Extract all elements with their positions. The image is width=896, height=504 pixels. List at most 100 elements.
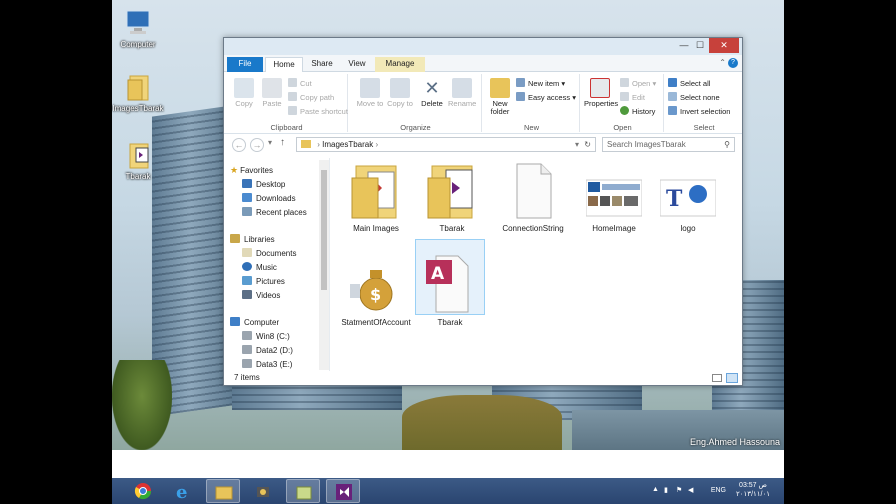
- up-button[interactable]: ↑: [280, 137, 285, 148]
- properties-icon: [590, 78, 610, 98]
- wallpaper-credit: Eng.Ahmed Hassouna: [689, 437, 780, 447]
- tab-share[interactable]: Share: [305, 57, 339, 72]
- minimize-button[interactable]: —: [676, 38, 692, 53]
- nav-computer[interactable]: Computer: [230, 316, 279, 329]
- forward-button[interactable]: →: [250, 138, 264, 152]
- taskbar-app-2[interactable]: [286, 479, 320, 503]
- scroll-thumb[interactable]: [321, 170, 327, 290]
- desktop-icon-imagestbarak[interactable]: ImagesTbarak: [112, 72, 166, 113]
- file-item-selected[interactable]: A Tbarak: [415, 239, 485, 327]
- file-item[interactable]: T logo: [653, 160, 723, 233]
- drive-icon: [242, 359, 252, 368]
- refresh-icon[interactable]: ↻: [584, 138, 591, 151]
- recent-dropdown-icon[interactable]: ▾: [268, 138, 272, 147]
- navigation-pane: ★ Favorites Desktop Downloads Recent plac…: [224, 158, 330, 371]
- copy-button[interactable]: Copy: [230, 78, 258, 108]
- properties-button[interactable]: Properties: [584, 78, 618, 108]
- system-tray: ▲ ▮ ⚑ ◀ ENG 03:57 ص ٢٠١٣/١١/٠١: [644, 478, 784, 504]
- title-bar[interactable]: — ☐ ✕: [224, 38, 742, 55]
- file-item[interactable]: ConnectionString: [493, 160, 573, 233]
- select-all-button[interactable]: Select all: [668, 78, 710, 90]
- taskbar-explorer[interactable]: [206, 479, 240, 503]
- status-bar: 7 items: [224, 371, 742, 385]
- delete-x-icon: ✕: [424, 78, 440, 98]
- delete-button[interactable]: ✕ Delete: [418, 78, 446, 108]
- text-file-icon: [505, 160, 561, 220]
- rename-button[interactable]: Rename: [448, 78, 476, 108]
- clock[interactable]: 03:57 ص ٢٠١٣/١١/٠١: [736, 481, 770, 499]
- nav-recent-places[interactable]: Recent places: [242, 206, 307, 219]
- tab-file[interactable]: File: [227, 57, 263, 72]
- show-hidden-icons[interactable]: ▲: [652, 486, 659, 493]
- nav-favorites[interactable]: ★ Favorites: [230, 164, 273, 177]
- language-indicator[interactable]: ENG: [711, 487, 726, 494]
- network-icon[interactable]: ▮: [664, 486, 668, 494]
- tab-home[interactable]: Home: [265, 57, 303, 72]
- vs-folder-icon: [424, 160, 480, 220]
- copy-path-button[interactable]: Copy path: [288, 92, 334, 104]
- nav-drive-c[interactable]: Win8 (C:): [242, 330, 290, 343]
- easy-access-button[interactable]: Easy access ▾: [516, 92, 576, 104]
- desktop-icon-tbarak[interactable]: Tbarak: [112, 140, 166, 181]
- tab-view[interactable]: View: [341, 57, 373, 72]
- nav-downloads[interactable]: Downloads: [242, 192, 296, 205]
- item-count: 7 items: [234, 373, 260, 382]
- file-item[interactable]: Tbarak: [417, 160, 487, 233]
- cut-button[interactable]: Cut: [288, 78, 312, 90]
- desktop-icon-computer[interactable]: Computer: [112, 8, 166, 49]
- address-dropdown-icon[interactable]: ▾: [575, 138, 579, 151]
- new-item-button[interactable]: New item ▾: [516, 78, 565, 90]
- copy-to-button[interactable]: Copy to: [386, 78, 414, 108]
- paste-shortcut-button[interactable]: Paste shortcut: [288, 106, 348, 118]
- white-strip: [112, 450, 784, 478]
- nav-music[interactable]: Music: [242, 261, 277, 274]
- move-to-button[interactable]: Move to: [356, 78, 384, 108]
- tab-manage[interactable]: Manage: [375, 57, 425, 72]
- easy-access-icon: [516, 92, 525, 101]
- nav-libraries[interactable]: Libraries: [230, 233, 275, 246]
- invert-selection-button[interactable]: Invert selection: [668, 106, 730, 118]
- music-icon: [242, 262, 252, 271]
- select-none-button[interactable]: Select none: [668, 92, 720, 104]
- nav-drive-d[interactable]: Data2 (D:): [242, 344, 293, 357]
- file-item[interactable]: $ StatmentOfAccount: [341, 254, 411, 327]
- search-icon: ⚲: [724, 140, 730, 149]
- details-view-icon[interactable]: [712, 374, 722, 382]
- taskbar-chrome[interactable]: [126, 479, 160, 503]
- search-input[interactable]: Search ImagesTbarak ⚲: [602, 137, 735, 152]
- large-icons-view-icon[interactable]: [726, 373, 738, 383]
- libraries-icon: [230, 234, 240, 243]
- help-icon[interactable]: ?: [728, 58, 738, 68]
- file-item[interactable]: HomeImage: [579, 160, 649, 233]
- address-bar[interactable]: › ImagesTbarak › ▾ ↻: [296, 137, 596, 152]
- explorer-window: — ☐ ✕ File Home Share View Manage ⌃ ? Co…: [223, 37, 743, 386]
- nav-videos[interactable]: Videos: [242, 289, 280, 302]
- history-button[interactable]: History: [620, 106, 655, 118]
- nav-scrollbar[interactable]: [319, 160, 329, 370]
- ribbon-collapse-icon[interactable]: ⌃: [719, 58, 726, 67]
- visual-studio-icon: [336, 484, 352, 500]
- back-button[interactable]: ←: [232, 138, 246, 152]
- rename-icon: [452, 78, 472, 98]
- nav-pictures[interactable]: Pictures: [242, 275, 285, 288]
- address-row: ← → ▾ ↑ › ImagesTbarak › ▾ ↻ Search Imag…: [224, 135, 742, 155]
- taskbar-app[interactable]: [246, 479, 280, 503]
- nav-documents[interactable]: Documents: [242, 247, 296, 260]
- file-item[interactable]: Main Images: [341, 160, 411, 233]
- maximize-button[interactable]: ☐: [692, 38, 708, 53]
- taskbar-ie[interactable]: e: [166, 479, 200, 503]
- desktop-icon-label: Computer: [120, 40, 156, 49]
- nav-drive-e[interactable]: Data3 (E:): [242, 358, 292, 371]
- speaker-icon[interactable]: ◀: [688, 486, 693, 494]
- group-open: Properties Open ▾ Edit History Open: [582, 74, 664, 132]
- taskbar-visual-studio[interactable]: [326, 479, 360, 503]
- new-folder-button[interactable]: New folder: [486, 78, 514, 116]
- open-button[interactable]: Open ▾: [620, 78, 656, 90]
- nav-desktop[interactable]: Desktop: [242, 178, 285, 191]
- edit-button[interactable]: Edit: [620, 92, 645, 104]
- close-button[interactable]: ✕: [709, 38, 739, 53]
- paste-button[interactable]: Paste: [258, 78, 286, 108]
- flag-icon[interactable]: ⚑: [676, 486, 682, 494]
- folder-icon: [296, 486, 312, 500]
- downloads-icon: [242, 193, 252, 202]
